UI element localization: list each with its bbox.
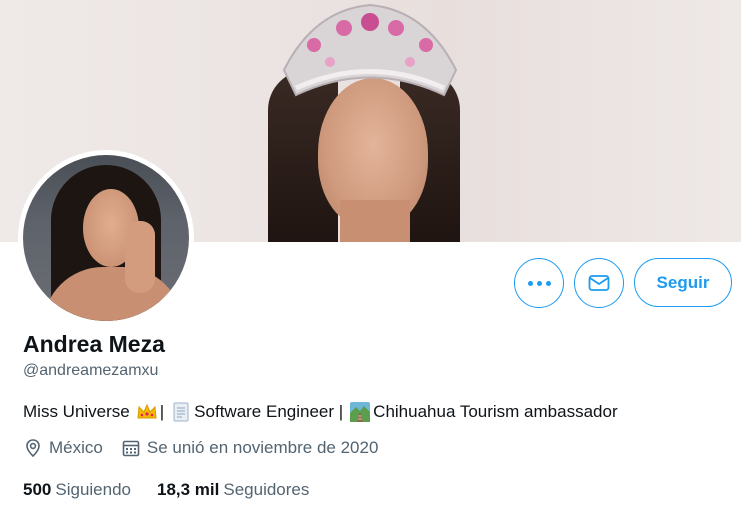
following-label: Siguiendo <box>55 480 131 499</box>
followers-count: 18,3 mil <box>157 480 220 499</box>
profile-name: Andrea Meza <box>23 331 165 357</box>
followers-label: Seguidores <box>223 480 310 499</box>
profile-stats: 500 Siguiendo 18,3 mil Seguidores <box>23 480 335 500</box>
location-text: México <box>49 438 103 457</box>
more-button[interactable] <box>514 258 564 308</box>
following-count: 500 <box>23 480 52 499</box>
crown-icon <box>282 3 458 97</box>
banner-neck <box>340 200 410 242</box>
more-icon <box>527 280 551 286</box>
join-date-text: Se unió en noviembre de 2020 <box>146 438 379 457</box>
railway-emoji-icon <box>350 402 371 422</box>
bio-separator: | <box>159 402 165 421</box>
bio-text-3: Chihuahua Tourism ambassador <box>373 402 618 421</box>
followers-link[interactable]: 18,3 mil Seguidores <box>157 480 309 500</box>
avatar[interactable] <box>18 150 194 326</box>
envelope-icon <box>588 275 610 291</box>
profile-meta: México Se unió en noviembre de 2020 <box>23 438 396 458</box>
crown-emoji-icon <box>137 403 157 419</box>
location-pin-icon <box>26 439 40 458</box>
avatar-photo <box>23 155 189 321</box>
follow-button[interactable]: Seguir <box>634 258 732 307</box>
location: México <box>23 438 103 458</box>
join-date: Se unió en noviembre de 2020 <box>121 438 379 458</box>
profile-handle: @andreamezamxu <box>23 362 159 379</box>
avatar-hand <box>125 221 155 293</box>
message-button[interactable] <box>574 258 624 308</box>
following-link[interactable]: 500 Siguiendo <box>23 480 131 500</box>
bio-text-1: Miss Universe <box>23 402 130 421</box>
document-emoji-icon <box>173 402 189 422</box>
calendar-icon <box>122 440 140 457</box>
profile-bio: Miss Universe | Software Engineer | Chih… <box>23 401 618 423</box>
bio-text-2: Software Engineer | <box>194 402 344 421</box>
